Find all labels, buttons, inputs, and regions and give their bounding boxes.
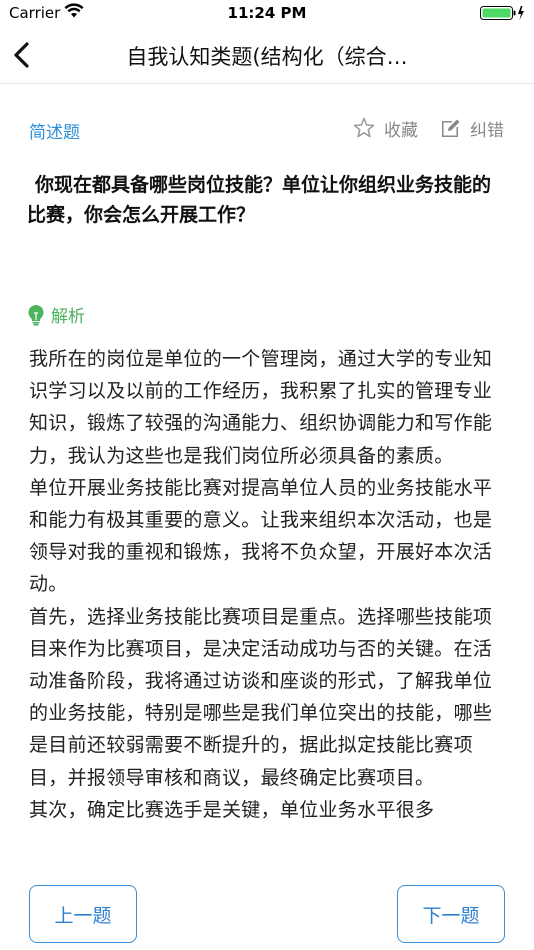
- favorite-button[interactable]: 收藏: [352, 115, 418, 141]
- analysis-paragraph: 单位开展业务技能比赛对提高单位人员的业务技能水平和能力有极其重要的意义。让我来组…: [29, 476, 493, 596]
- next-question-button[interactable]: 下一题: [397, 885, 505, 943]
- edit-icon: [442, 119, 460, 137]
- question-text: 你现在都具备哪些岗位技能？单位让你组织业务技能的比赛，你会怎么开展工作？: [27, 174, 492, 226]
- analysis-content: 我所在的岗位是单位的一个管理岗，通过大学的专业知识学习以及以前的工作经历，我积累…: [29, 343, 505, 880]
- analysis-heading: 解析: [27, 302, 85, 327]
- analysis-paragraph: 其次，确定比赛选手是关键，单位业务水平很多: [29, 798, 435, 821]
- clock: 11:24 PM: [227, 4, 307, 22]
- question-type-label: 简述题: [29, 123, 80, 143]
- back-chevron-icon: [14, 42, 29, 68]
- analysis-paragraph: 首先，选择业务技能比赛项目是重点。选择哪些技能项目来作为比赛项目，是决定活动成功…: [29, 605, 493, 789]
- charging-icon: [518, 6, 524, 20]
- correction-button[interactable]: 纠错: [440, 115, 504, 141]
- correction-label: 纠错: [470, 120, 504, 141]
- favorite-label: 收藏: [384, 120, 418, 141]
- question-header: 简述题 收藏 纠错: [0, 110, 534, 146]
- analysis-label: 解析: [51, 307, 85, 327]
- lightbulb-icon: [28, 304, 44, 326]
- analysis-paragraph: 我所在的岗位是单位的一个管理岗，通过大学的专业知识学习以及以前的工作经历，我积累…: [29, 348, 493, 467]
- battery-icon: [480, 5, 526, 25]
- navigation-bar: 自我认知类题(结构化（综合…: [0, 28, 534, 84]
- star-icon: [353, 117, 375, 138]
- page-title: 自我认知类题(结构化（综合…: [126, 45, 408, 69]
- previous-question-button[interactable]: 上一题: [29, 885, 137, 943]
- status-bar: Carrier 11:24 PM: [0, 0, 534, 28]
- back-button[interactable]: [8, 38, 38, 72]
